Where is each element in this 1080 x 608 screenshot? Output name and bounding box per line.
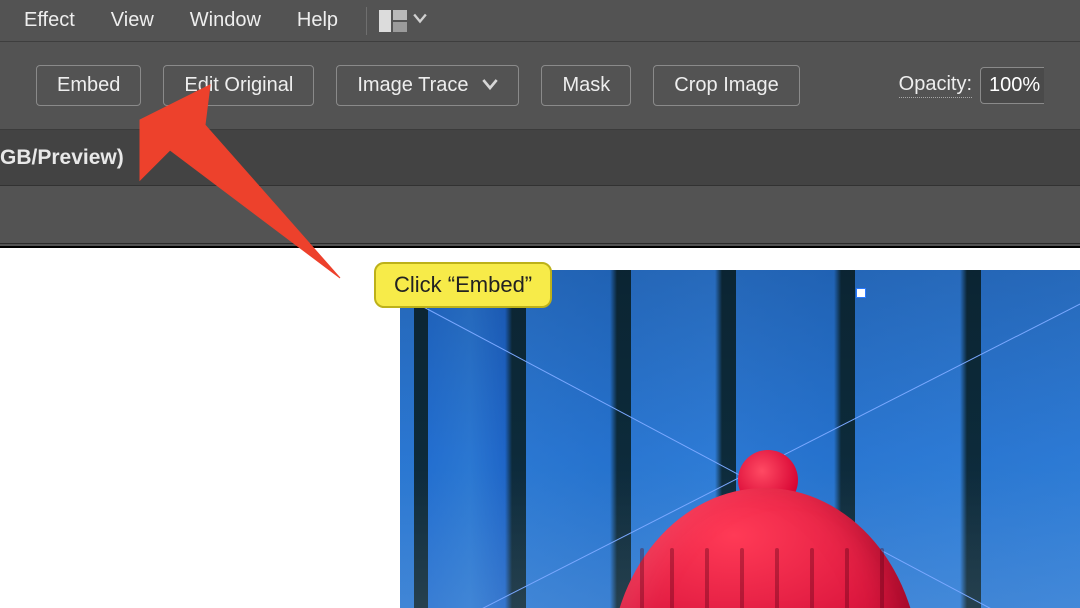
callout-label: Click “Embed” bbox=[374, 262, 552, 308]
document-tab-strip: GB/Preview) bbox=[0, 130, 1080, 186]
opacity-value-input[interactable]: 100% bbox=[980, 67, 1044, 104]
embed-button-label: Embed bbox=[57, 74, 120, 97]
opacity-label[interactable]: Opacity: bbox=[899, 73, 972, 98]
control-bar: Embed Edit Original Image Trace Mask Cro… bbox=[0, 42, 1080, 130]
close-tab-icon[interactable] bbox=[130, 147, 164, 169]
mask-button[interactable]: Mask bbox=[541, 65, 631, 106]
image-trace-button[interactable]: Image Trace bbox=[336, 65, 519, 106]
sub-toolbar bbox=[0, 186, 1080, 244]
chevron-down-icon bbox=[413, 11, 427, 30]
mask-button-label: Mask bbox=[562, 74, 610, 97]
chevron-down-icon bbox=[482, 76, 498, 95]
menu-effect[interactable]: Effect bbox=[6, 5, 93, 36]
crop-image-button[interactable]: Crop Image bbox=[653, 65, 800, 106]
linked-image[interactable] bbox=[400, 270, 1080, 608]
opacity-control: Opacity: 100% bbox=[899, 67, 1044, 104]
selection-handle[interactable] bbox=[856, 288, 866, 298]
menu-separator bbox=[366, 7, 367, 35]
edit-original-button[interactable]: Edit Original bbox=[163, 65, 314, 106]
menubar: Effect View Window Help bbox=[0, 0, 1080, 42]
workspace-switcher[interactable] bbox=[377, 10, 429, 32]
menu-help[interactable]: Help bbox=[279, 5, 356, 36]
document-tab-label[interactable]: GB/Preview) bbox=[0, 146, 130, 170]
menu-view[interactable]: View bbox=[93, 5, 172, 36]
image-trace-label: Image Trace bbox=[357, 74, 468, 97]
crop-image-label: Crop Image bbox=[674, 74, 779, 97]
workspace-layout-icon bbox=[379, 10, 407, 32]
image-subject-hat bbox=[610, 450, 920, 608]
canvas-top-border bbox=[0, 246, 1080, 248]
edit-original-label: Edit Original bbox=[184, 74, 293, 97]
menu-window[interactable]: Window bbox=[172, 5, 279, 36]
embed-button[interactable]: Embed bbox=[36, 65, 141, 106]
